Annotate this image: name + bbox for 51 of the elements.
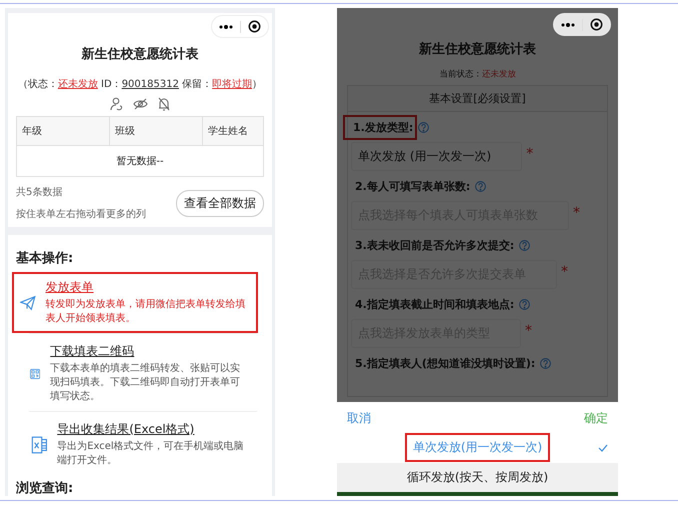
- check-icon: [598, 444, 608, 452]
- empty-message: 暂无数据--: [16, 146, 264, 176]
- field-label: 1.发放类型:: [343, 115, 418, 140]
- form-title: 新生住校意愿统计表: [418, 40, 537, 58]
- field-label: 5.指定填表人(想知道谁没填时设置):: [354, 356, 536, 372]
- required-mark: *: [526, 146, 534, 162]
- operation-description: 导出为Excel格式文件，可在手机端或电脑端打开文件。: [57, 440, 245, 468]
- operation-title[interactable]: 下载填表二维码: [50, 343, 134, 360]
- required-mark: *: [525, 323, 532, 339]
- status-label: 当前状态：: [439, 70, 482, 80]
- close-icon[interactable]: [590, 18, 603, 31]
- status-line: （状态：还未发放 ID：900185312 保留：即将过期）: [16, 78, 264, 91]
- section-heading: 浏览查询:: [16, 480, 74, 497]
- operation-title[interactable]: 发放表单: [46, 279, 94, 296]
- drag-hint: 按住表单左右拖动看更多的列: [16, 208, 146, 221]
- more-icon[interactable]: [219, 24, 233, 28]
- operation-item[interactable]: 导出收集结果(Excel格式) 导出为Excel格式文件，可在手机端或电脑端打开文件。: [28, 411, 258, 475]
- field-label: 3.表未收回前是否允许多次提交:: [354, 238, 516, 254]
- status-link[interactable]: 即将过期: [212, 79, 252, 90]
- option-label: 单次发放(用一次发一次): [404, 433, 550, 462]
- capsule-menu[interactable]: [211, 15, 269, 38]
- operation-description: 下载本表单的填表二维码转发、张贴可以实现扫码填表。下载二维码即自动打开表单可填写状态。: [50, 362, 242, 404]
- column-header: 班级: [110, 116, 202, 146]
- status-value: 还未发放: [482, 70, 516, 80]
- required-mark: *: [561, 264, 568, 280]
- confirm-button[interactable]: 确定: [582, 408, 610, 429]
- user-refresh-icon[interactable]: [110, 97, 124, 111]
- operation-item[interactable]: 发放表单 转发即为发放表单，请用微信把表单转发给填表人开始领表填表。: [12, 272, 258, 333]
- picker-option[interactable]: 循环发放(按天、按周发放): [337, 462, 618, 492]
- operation-description: 转发即为发放表单，请用微信把表单转发给填表人开始领表填表。: [46, 298, 247, 326]
- option-label: 循环发放(按天、按周发放): [406, 468, 550, 486]
- operation-title[interactable]: 导出收集结果(Excel格式): [57, 421, 194, 438]
- close-icon[interactable]: [248, 20, 261, 33]
- id-link[interactable]: 900185312: [122, 79, 179, 90]
- form-title: 新生住校意愿统计表: [80, 46, 200, 63]
- view-all-button[interactable]: 查看全部数据: [176, 190, 264, 216]
- required-mark: *: [573, 205, 580, 221]
- operation-item[interactable]: 下载填表二维码 下载本表单的填表二维码转发、张贴可以实现扫码填表。下载二维码即自动打开表单可填写状态。: [28, 333, 258, 411]
- column-header: 学生姓名: [202, 116, 264, 146]
- section-heading: 基本操作:: [16, 250, 74, 267]
- column-header: 年级: [16, 116, 110, 146]
- field-label: 2.每人可填写表单张数:: [354, 179, 472, 195]
- record-count: 共5条数据: [16, 186, 64, 199]
- picker-field[interactable]: 单次发放 (用一次发一次): [351, 142, 522, 171]
- capsule-menu[interactable]: [553, 13, 611, 36]
- eye-slash-icon[interactable]: [132, 97, 148, 111]
- more-icon[interactable]: [561, 22, 575, 26]
- cancel-button[interactable]: 取消: [345, 408, 373, 429]
- status-link[interactable]: 还未发放: [58, 79, 98, 90]
- field-label: 4.指定填表截止时间和填表地点:: [354, 297, 516, 313]
- bell-slash-icon[interactable]: [156, 97, 170, 111]
